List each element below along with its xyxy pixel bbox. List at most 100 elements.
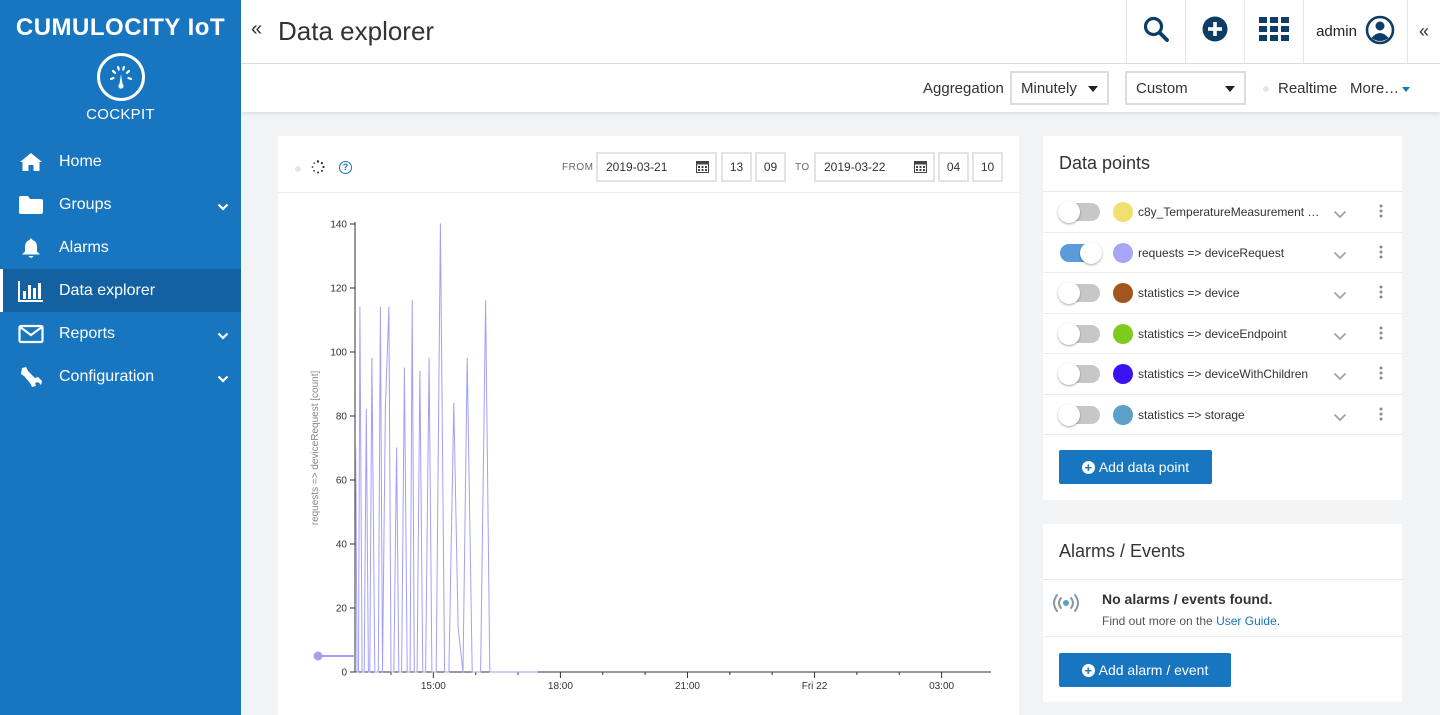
brand: CUMULOCITY IoT COCKPIT	[0, 0, 241, 123]
chevron-down-icon[interactable]	[1333, 328, 1347, 346]
more-vertical-icon[interactable]	[1379, 245, 1383, 264]
data-point-toggle[interactable]	[1058, 403, 1100, 426]
more-vertical-icon[interactable]	[1379, 366, 1383, 385]
data-point-color[interactable]	[1113, 242, 1133, 263]
data-point	[393, 671, 395, 673]
data-point	[529, 671, 531, 673]
data-points-list: c8y_TemperatureMeasurement => T requests …	[1043, 192, 1402, 435]
data-point-toggle[interactable]	[1058, 363, 1100, 385]
sidebar-item-home[interactable]: Home	[0, 140, 241, 183]
data-point	[485, 300, 487, 302]
calendar-icon[interactable]	[696, 160, 709, 176]
data-point-label: requests => deviceRequest	[1138, 245, 1285, 260]
add-button[interactable]	[1185, 0, 1244, 63]
broadcast-icon	[1049, 591, 1083, 620]
sidebar-item-data-explorer[interactable]: Data explorer	[0, 269, 241, 312]
to-date-input[interactable]: 2019-03-22	[814, 152, 935, 182]
from-date-value: 2019-03-21	[606, 160, 668, 174]
help-icon[interactable]: ?	[339, 161, 352, 174]
data-point-row: statistics => deviceEndpoint	[1043, 314, 1402, 354]
caret-down-icon	[1225, 86, 1235, 92]
to-hour-input[interactable]: 04	[938, 152, 969, 182]
data-point-label: statistics => deviceEndpoint	[1138, 326, 1287, 341]
data-point-color[interactable]	[1113, 283, 1133, 303]
collapse-sidebar-button[interactable]: «	[251, 18, 262, 41]
data-point-color[interactable]	[1113, 323, 1133, 344]
data-point-label: statistics => storage	[1138, 407, 1245, 422]
data-point-toggle[interactable]	[1058, 201, 1100, 223]
data-point-row: c8y_TemperatureMeasurement => T	[1043, 192, 1402, 233]
plus-circle-icon: +	[1081, 460, 1095, 474]
app-switcher-button[interactable]	[1244, 0, 1303, 63]
sidebar-item-alarms[interactable]: Alarms	[0, 226, 241, 269]
to-minute-input[interactable]: 10	[972, 152, 1003, 182]
user-menu-button[interactable]: admin	[1303, 0, 1407, 63]
chart-card: ? FROM 2019-03-21 13 : 09 TO 2019-03-22 …	[278, 136, 1019, 715]
from-date-input[interactable]: 2019-03-21	[596, 152, 717, 182]
data-point-color[interactable]	[1113, 404, 1133, 425]
chevron-down-icon[interactable]	[1333, 409, 1347, 427]
more-vertical-icon[interactable]	[1379, 326, 1383, 345]
data-point	[401, 671, 403, 673]
bell-icon	[18, 236, 44, 260]
more-vertical-icon[interactable]	[1379, 407, 1383, 426]
alarms-empty-title: No alarms / events found.	[1102, 591, 1273, 607]
data-point	[444, 671, 446, 673]
data-points-card: Data points c8y_TemperatureMeasurement =…	[1043, 136, 1402, 500]
realtime-toggle[interactable]: Realtime	[1278, 80, 1337, 97]
data-point-color[interactable]	[1113, 202, 1133, 222]
chevron-down-icon[interactable]	[1333, 287, 1347, 305]
collapse-right-panel-button[interactable]: «	[1407, 0, 1440, 63]
alarms-events-card: Alarms / Events No alarms / events found…	[1043, 524, 1402, 702]
more-vertical-icon[interactable]	[1379, 204, 1383, 223]
data-point	[363, 671, 365, 673]
data-point	[398, 671, 400, 673]
sidebar-item-groups[interactable]: Groups	[0, 183, 241, 226]
toggle-knob	[1058, 322, 1080, 345]
toggle-knob	[1058, 201, 1080, 223]
sidebar-item-label: Configuration	[59, 367, 155, 385]
cockpit-gauge-icon	[96, 53, 145, 101]
data-point	[518, 671, 521, 673]
time-range-select[interactable]: Custom	[1125, 71, 1246, 105]
chart-toolbar: ? FROM 2019-03-21 13 : 09 TO 2019-03-22 …	[278, 136, 1019, 193]
sidebar-item-label: Home	[59, 152, 102, 170]
aggregation-value: Minutely	[1021, 80, 1077, 97]
from-hour-input[interactable]: 13	[721, 152, 752, 182]
aggregation-select[interactable]: Minutely	[1010, 71, 1109, 105]
chevron-down-icon[interactable]	[1333, 247, 1347, 265]
data-point-color[interactable]	[1113, 364, 1133, 384]
calendar-icon[interactable]	[914, 160, 927, 176]
more-menu-button[interactable]: More…	[1350, 80, 1411, 97]
data-point-toggle[interactable]	[1058, 282, 1100, 304]
add-data-point-button[interactable]: + Add data point	[1059, 450, 1212, 484]
search-button[interactable]	[1126, 0, 1185, 63]
data-point	[507, 671, 509, 673]
data-point	[466, 357, 468, 359]
data-point	[409, 671, 411, 673]
chevron-down-icon[interactable]	[1333, 368, 1347, 386]
data-point	[525, 671, 528, 673]
user-guide-link[interactable]: User Guide	[1216, 614, 1277, 628]
data-point-toggle[interactable]	[1060, 241, 1102, 264]
chevron-down-icon[interactable]	[217, 327, 229, 345]
data-point	[515, 671, 517, 673]
page-title: Data explorer	[278, 16, 435, 46]
data-point	[533, 671, 535, 673]
data-point	[500, 671, 502, 673]
data-point	[428, 357, 430, 359]
chevron-down-icon[interactable]	[1333, 206, 1347, 224]
add-alarm-event-button[interactable]: + Add alarm / event	[1059, 653, 1231, 687]
chevron-down-icon[interactable]	[217, 370, 229, 388]
chevron-down-icon[interactable]	[217, 198, 229, 216]
sidebar: CUMULOCITY IoT COCKPIT Home Groups Alarm…	[0, 0, 241, 715]
data-point	[439, 223, 441, 225]
more-vertical-icon[interactable]	[1379, 285, 1383, 304]
sidebar-item-configuration[interactable]: Configuration	[0, 355, 241, 398]
from-minute-input[interactable]: 09	[755, 152, 786, 182]
y-tick-label: 80	[336, 412, 348, 423]
toggle-knob	[1080, 241, 1102, 264]
sidebar-item-reports[interactable]: Reports	[0, 312, 241, 355]
data-point-toggle[interactable]	[1058, 322, 1100, 345]
data-point	[489, 671, 491, 673]
